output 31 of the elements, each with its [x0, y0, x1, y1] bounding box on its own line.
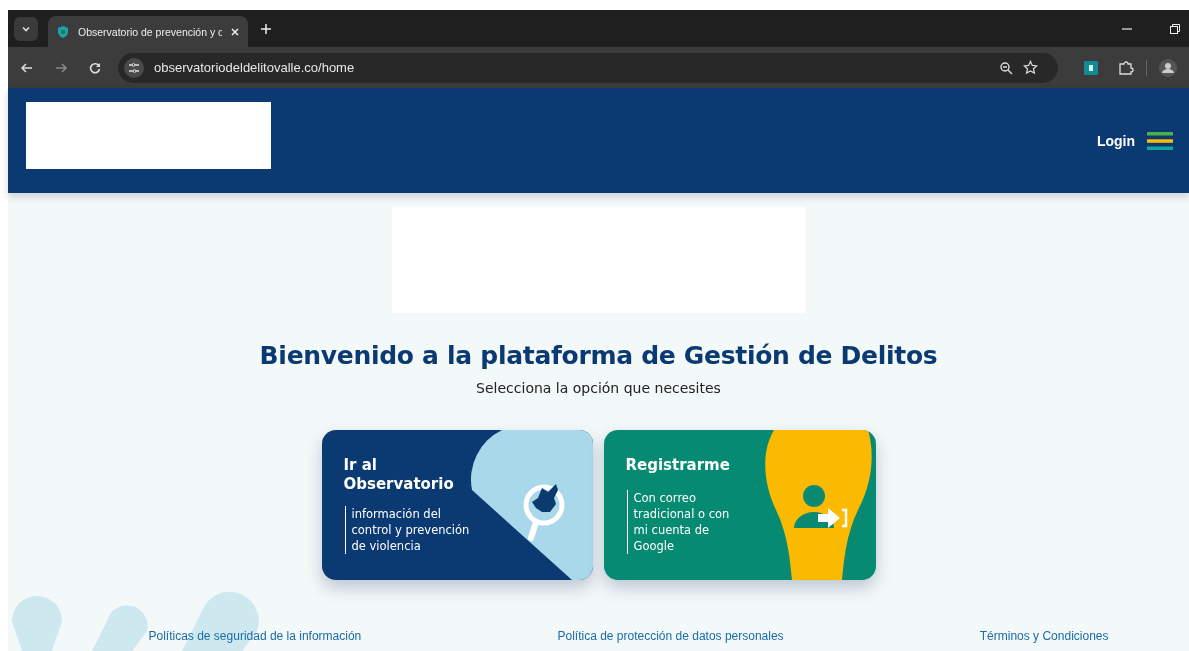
tab-list-button[interactable] [14, 16, 38, 41]
card-title: Registrarme [625, 456, 731, 475]
new-tab-icon[interactable] [260, 22, 272, 35]
page-heading: Bienvenido a la plataforma de Gestión de Delitos [259, 341, 938, 370]
footer-link[interactable]: Términos y Condiciones [979, 629, 1109, 643]
extension-icon[interactable] [1084, 60, 1098, 75]
forward-icon[interactable] [54, 60, 68, 75]
restore-icon[interactable] [1169, 22, 1181, 35]
puzzle-icon[interactable] [1118, 59, 1134, 76]
user-login-icon [793, 485, 847, 528]
star-icon[interactable] [1023, 60, 1038, 75]
shield-icon [56, 24, 70, 39]
close-icon[interactable] [230, 26, 240, 37]
card-description: información del control y prevención de violencia [344, 506, 477, 554]
address-bar[interactable]: observatoriodeldelitovalle.co/home [118, 52, 1058, 83]
magnifier-icon [523, 484, 564, 541]
option-card[interactable]: Registrarme Con correo tradicional o con mi cuenta de Google [603, 430, 876, 580]
profile-icon[interactable] [1159, 58, 1177, 77]
card-description: Con correo tradicional o con mi cuenta de Google [626, 490, 742, 554]
footer-link[interactable]: Políticas de seguridad de la información [148, 629, 362, 643]
menu-icon[interactable] [1147, 130, 1173, 151]
page-subtitle: Selecciona la opción que necesites [476, 380, 721, 396]
url-text: observatoriodeldelitovalle.co/home [154, 60, 355, 75]
card-title: Ir al Observatorio [343, 456, 455, 494]
back-icon[interactable] [20, 60, 34, 75]
site-settings-icon [124, 57, 144, 78]
reload-icon[interactable] [88, 60, 102, 75]
zoom-icon[interactable] [999, 60, 1013, 75]
option-card[interactable]: Ir al Observatorio información del control y prevención de violencia [321, 430, 593, 580]
footer-link[interactable]: Política de protección de datos personales [557, 629, 784, 643]
login-link[interactable]: Login [1096, 132, 1135, 149]
